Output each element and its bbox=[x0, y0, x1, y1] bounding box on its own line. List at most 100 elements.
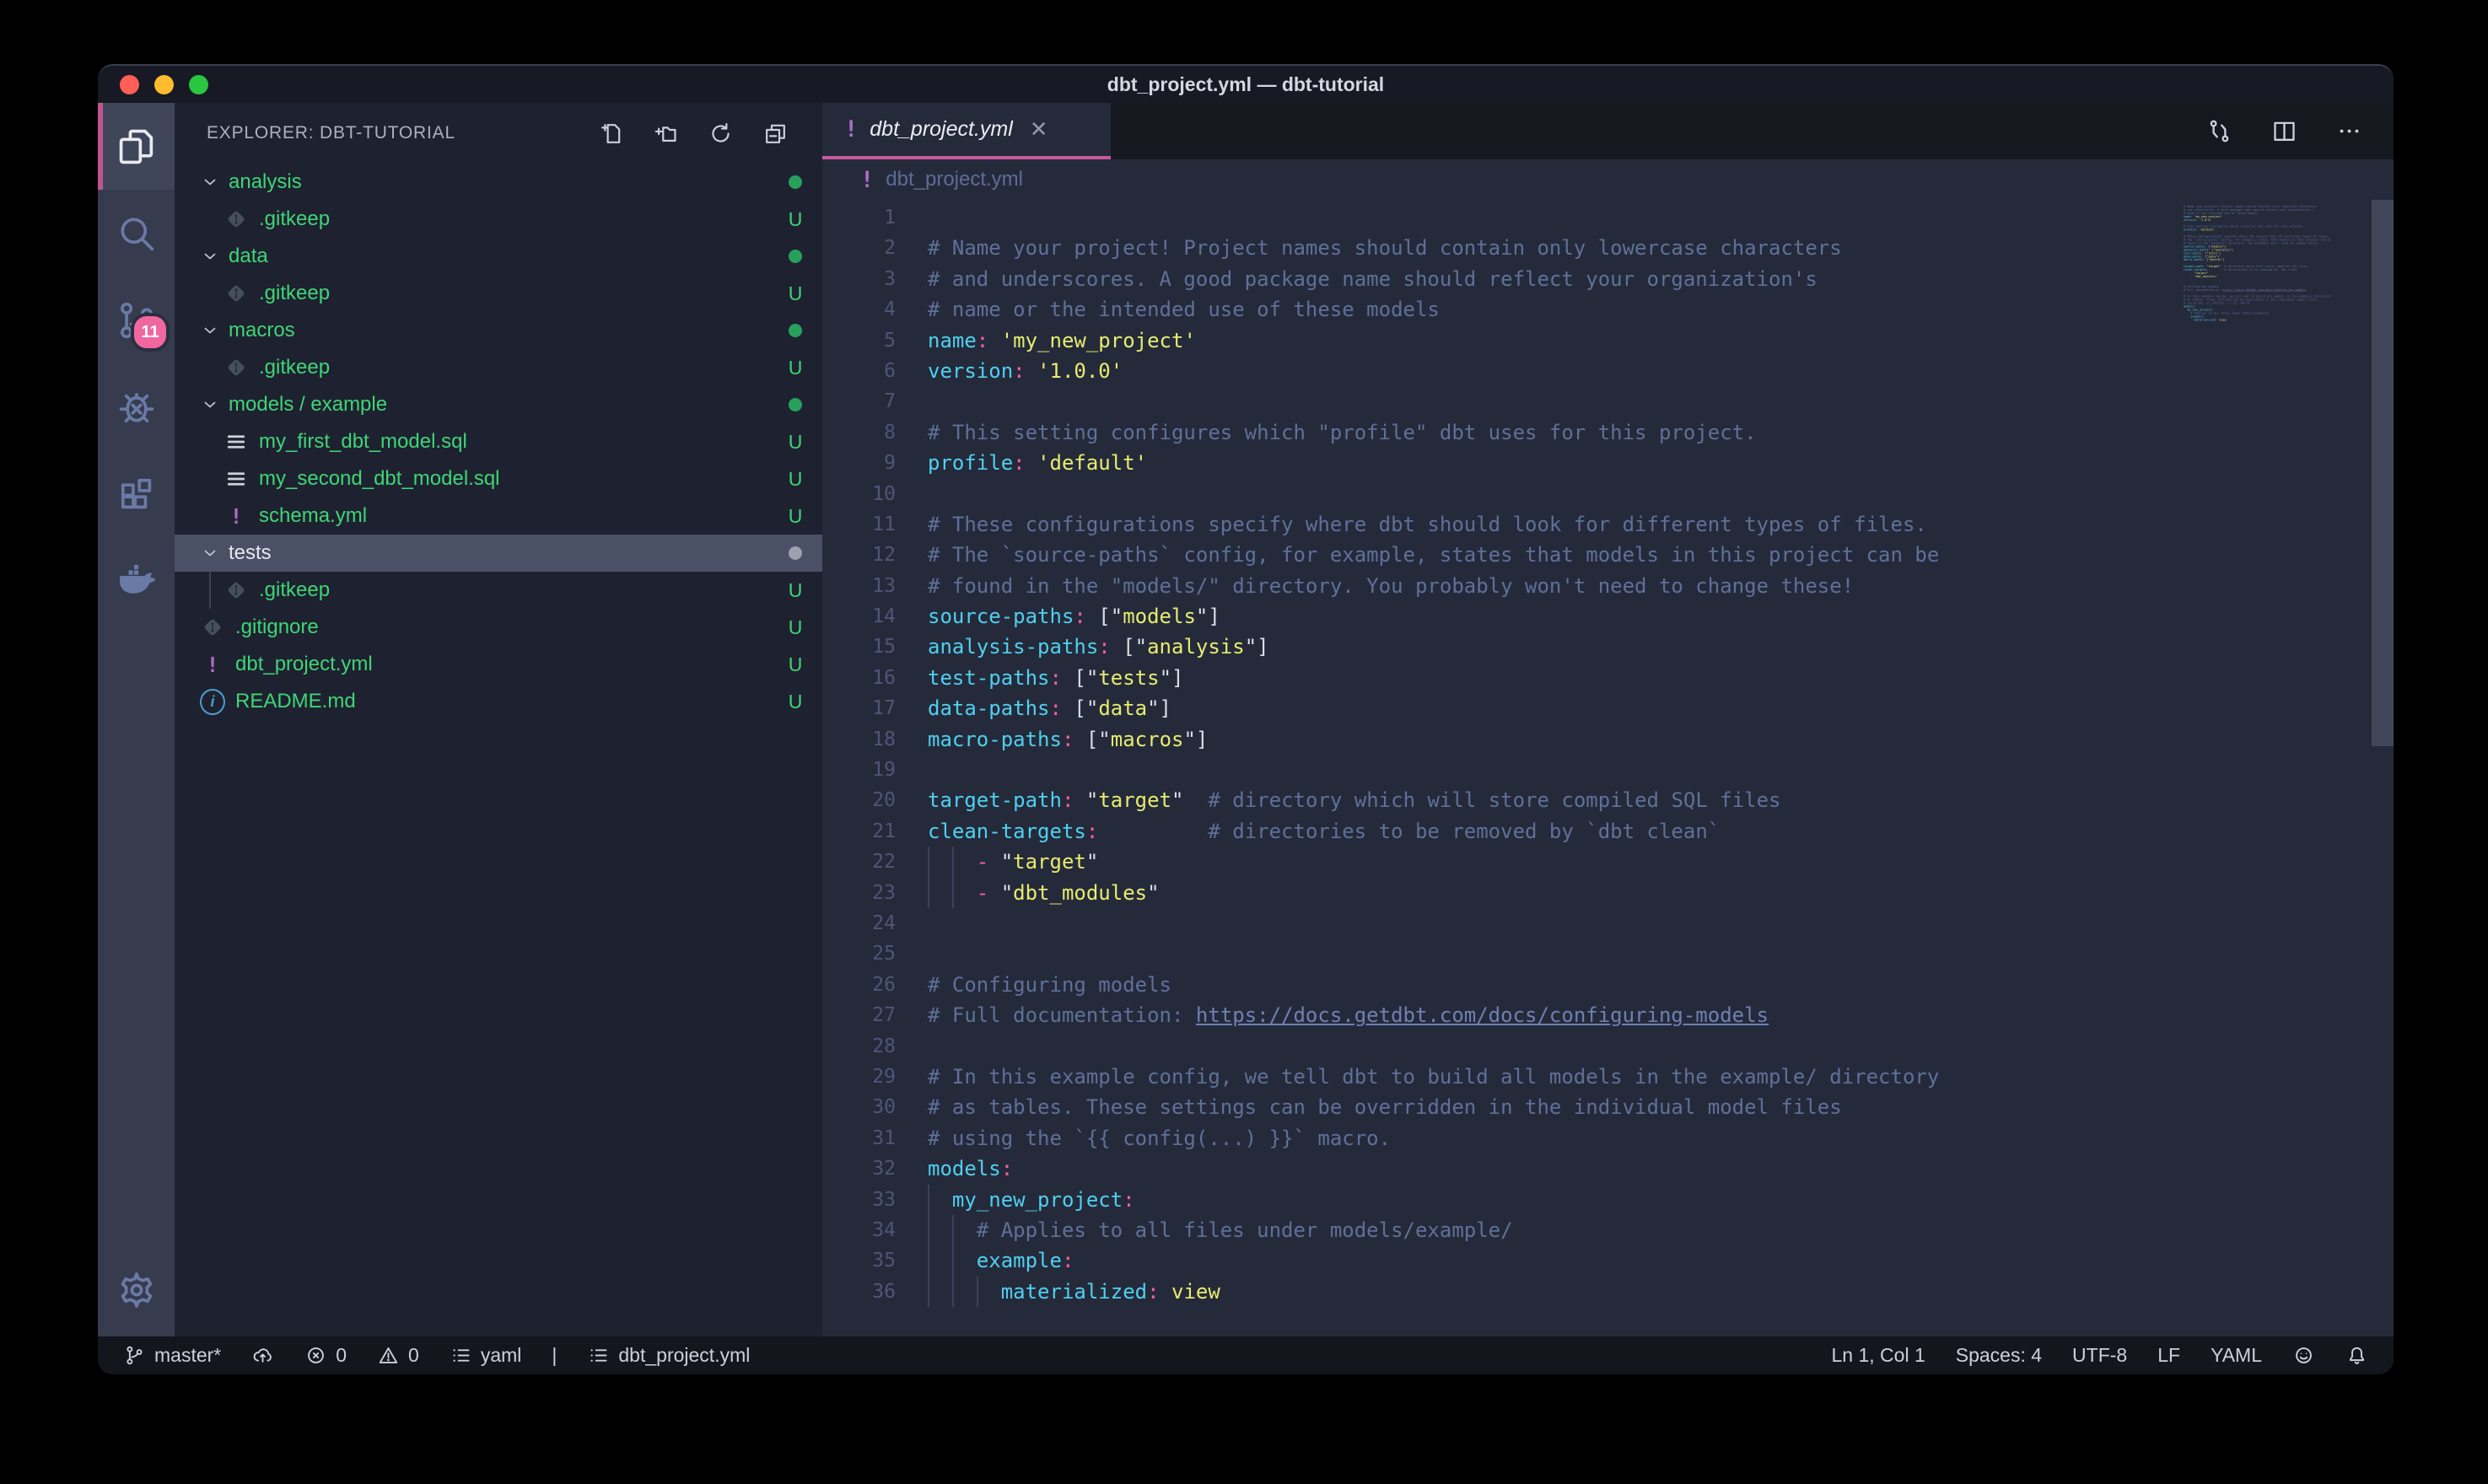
code-line-23[interactable]: 23 - "dbt_modules" bbox=[822, 878, 2394, 908]
tab-dbt-project-yml[interactable]: ! dbt_project.yml ✕ bbox=[822, 103, 1111, 159]
tree-row--gitkeep[interactable]: .gitkeepU bbox=[175, 572, 822, 609]
code-line-25[interactable]: 25 bbox=[822, 938, 2394, 969]
status-left-yaml[interactable]: yaml bbox=[450, 1344, 522, 1367]
title-bar: dbt_project.yml — dbt-tutorial bbox=[98, 66, 2394, 103]
split-editor-button[interactable] bbox=[2270, 117, 2298, 145]
code-line-27[interactable]: 27# Full documentation: https://docs.get… bbox=[822, 1000, 2394, 1030]
editor-actions bbox=[2205, 103, 2394, 159]
code-line-11[interactable]: 11# These configurations specify where d… bbox=[822, 509, 2394, 540]
code-line-26[interactable]: 26# Configuring models bbox=[822, 970, 2394, 1000]
status-right-utf-8[interactable]: UTF-8 bbox=[2072, 1344, 2127, 1367]
code-line-22[interactable]: 22 - "target" bbox=[822, 847, 2394, 877]
tree-row-schema-yml[interactable]: !schema.ymlU bbox=[175, 497, 822, 535]
status-left-0[interactable]: 0 bbox=[304, 1344, 347, 1367]
line-number: 2 bbox=[822, 233, 896, 263]
code-line-3[interactable]: 3# and underscores. A good package name … bbox=[822, 264, 2394, 294]
zoom-window-button[interactable] bbox=[189, 75, 208, 94]
tree-row-readme-md[interactable]: iREADME.mdU bbox=[175, 683, 822, 720]
minimap[interactable]: # Name your project! Project names shoul… bbox=[2184, 202, 2365, 1331]
code-line-16[interactable]: 16test-paths: ["tests"] bbox=[822, 663, 2394, 693]
open-changes-button[interactable] bbox=[2205, 117, 2233, 145]
activity-search-button[interactable] bbox=[98, 190, 175, 277]
status-item-label: 0 bbox=[408, 1344, 419, 1367]
code-line-8[interactable]: 8# This setting configures which "profil… bbox=[822, 417, 2394, 448]
code-line-1[interactable]: 1 bbox=[822, 202, 2394, 233]
indent-guide bbox=[952, 878, 954, 908]
code-line-2[interactable]: 2# Name your project! Project names shou… bbox=[822, 233, 2394, 263]
status-right-smiley[interactable] bbox=[2292, 1344, 2315, 1367]
code-line-17[interactable]: 17data-paths: ["data"] bbox=[822, 693, 2394, 723]
code-line-9[interactable]: 9profile: 'default' bbox=[822, 448, 2394, 478]
vertical-scrollbar[interactable] bbox=[2372, 200, 2394, 746]
code-line-36[interactable]: 36 materialized: view bbox=[822, 1277, 2394, 1307]
tree-row-tests[interactable]: tests bbox=[175, 535, 822, 572]
code-line-30[interactable]: 30# as tables. These settings can be ove… bbox=[822, 1092, 2394, 1122]
status-left-0[interactable]: 0 bbox=[377, 1344, 419, 1367]
status-left-dbt-project-yml[interactable]: dbt_project.yml bbox=[587, 1344, 750, 1367]
close-tab-icon[interactable]: ✕ bbox=[1030, 116, 1048, 142]
new-file-button[interactable] bbox=[598, 121, 624, 147]
code-line-31[interactable]: 31# using the `{{ config(...) }}` macro. bbox=[822, 1123, 2394, 1153]
tree-row--gitkeep[interactable]: .gitkeepU bbox=[175, 201, 822, 238]
line-content: # In this example config, we tell dbt to… bbox=[928, 1062, 1939, 1092]
explorer-title: EXPLORER: DBT-TUTORIAL bbox=[207, 123, 598, 143]
code-line-29[interactable]: 29# In this example config, we tell dbt … bbox=[822, 1062, 2394, 1092]
code-line-13[interactable]: 13# found in the "models/" directory. Yo… bbox=[822, 571, 2394, 601]
code-line-4[interactable]: 4# name or the intended use of these mod… bbox=[822, 294, 2394, 325]
git-untracked-badge: U bbox=[768, 616, 822, 639]
code-line-18[interactable]: 18macro-paths: ["macros"] bbox=[822, 724, 2394, 755]
tree-row-macros[interactable]: macros bbox=[175, 312, 822, 349]
status-left-master-[interactable]: master* bbox=[123, 1344, 221, 1367]
code-line-21[interactable]: 21clean-targets: # directories to be rem… bbox=[822, 816, 2394, 847]
code-line-6[interactable]: 6version: '1.0.0' bbox=[822, 356, 2394, 386]
line-number: 11 bbox=[822, 509, 896, 540]
code-line-20[interactable]: 20target-path: "target" # directory whic… bbox=[822, 785, 2394, 815]
tree-row-analysis[interactable]: analysis bbox=[175, 164, 822, 201]
status-right-lf[interactable]: LF bbox=[2157, 1344, 2180, 1367]
tree-row-models-example[interactable]: models / example bbox=[175, 386, 822, 423]
tree-row--gitignore[interactable]: .gitignoreU bbox=[175, 609, 822, 646]
status-right-bell[interactable] bbox=[2345, 1344, 2368, 1367]
tree-row-my-first-dbt-model-sql[interactable]: my_first_dbt_model.sqlU bbox=[175, 423, 822, 460]
tree-row--gitkeep[interactable]: .gitkeepU bbox=[175, 275, 822, 312]
activity-explorer-button[interactable] bbox=[98, 103, 175, 190]
status-left-cloud-upload[interactable] bbox=[251, 1344, 274, 1367]
collapse-all-button[interactable] bbox=[762, 121, 789, 147]
code-line-7[interactable]: 7 bbox=[822, 386, 2394, 417]
activity-extensions-button[interactable] bbox=[98, 450, 175, 537]
activity-source-control-button[interactable]: 11 bbox=[98, 277, 175, 363]
git-folder-dot-badge bbox=[768, 320, 822, 342]
status-right-spaces-4[interactable]: Spaces: 4 bbox=[1956, 1344, 2042, 1367]
code-line-33[interactable]: 33 my_new_project: bbox=[822, 1185, 2394, 1215]
code-line-12[interactable]: 12# The `source-paths` config, for examp… bbox=[822, 540, 2394, 570]
git-folder-dot-badge bbox=[768, 245, 822, 268]
editor-group: ! dbt_project.yml ✕ ! dbt_project.yml 12… bbox=[822, 103, 2394, 1336]
status-right-yaml[interactable]: YAML bbox=[2211, 1344, 2262, 1367]
tree-row-data[interactable]: data bbox=[175, 238, 822, 275]
code-line-5[interactable]: 5name: 'my_new_project' bbox=[822, 325, 2394, 356]
code-editor[interactable]: 12# Name your project! Project names sho… bbox=[822, 200, 2394, 1336]
code-line-10[interactable]: 10 bbox=[822, 479, 2394, 509]
minimize-window-button[interactable] bbox=[154, 75, 174, 94]
status-right-ln-1-col-1[interactable]: Ln 1, Col 1 bbox=[1832, 1344, 1925, 1367]
more-actions-button[interactable] bbox=[2335, 117, 2363, 145]
breadcrumb[interactable]: ! dbt_project.yml bbox=[822, 159, 2394, 200]
code-line-19[interactable]: 19 bbox=[822, 755, 2394, 785]
tree-row-my-second-dbt-model-sql[interactable]: my_second_dbt_model.sqlU bbox=[175, 460, 822, 497]
window-title: dbt_project.yml — dbt-tutorial bbox=[98, 73, 2394, 96]
code-line-32[interactable]: 32models: bbox=[822, 1153, 2394, 1184]
code-line-34[interactable]: 34 # Applies to all files under models/e… bbox=[822, 1215, 2394, 1245]
new-folder-button[interactable] bbox=[653, 121, 679, 147]
code-line-35[interactable]: 35 example: bbox=[822, 1245, 2394, 1276]
activity-debug-button[interactable] bbox=[98, 363, 175, 450]
tree-row-dbt-project-yml[interactable]: !dbt_project.ymlU bbox=[175, 646, 822, 683]
code-line-24[interactable]: 24 bbox=[822, 908, 2394, 938]
activity-settings-button[interactable] bbox=[98, 1244, 175, 1336]
tree-row--gitkeep[interactable]: .gitkeepU bbox=[175, 349, 822, 386]
activity-docker-button[interactable] bbox=[98, 537, 175, 624]
code-line-14[interactable]: 14source-paths: ["models"] bbox=[822, 601, 2394, 632]
close-window-button[interactable] bbox=[120, 75, 139, 94]
refresh-button[interactable] bbox=[708, 121, 734, 147]
code-line-15[interactable]: 15analysis-paths: ["analysis"] bbox=[822, 632, 2394, 662]
code-line-28[interactable]: 28 bbox=[822, 1031, 2394, 1062]
